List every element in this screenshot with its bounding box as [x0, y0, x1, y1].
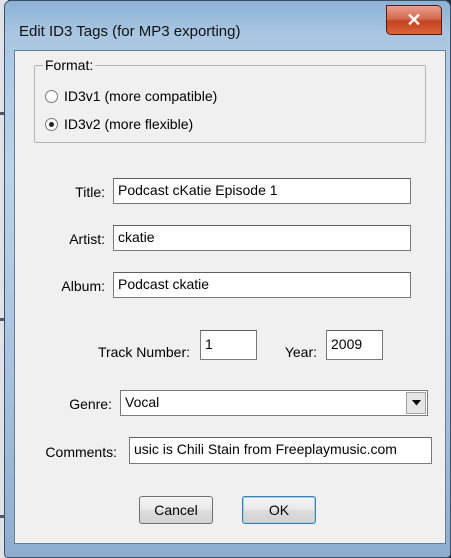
close-button[interactable]: ✕ [386, 5, 442, 35]
cancel-button[interactable]: Cancel [139, 496, 213, 524]
comments-field[interactable]: usic is Chili Stain from Freeplaymusic.c… [129, 437, 432, 464]
format-group-label: Format: [43, 57, 96, 73]
artist-label: Artist: [69, 231, 105, 247]
radio-id3v1[interactable]: ID3v1 (more compatible) [45, 88, 217, 104]
genre-dropdown[interactable]: Vocal [120, 390, 428, 416]
radio-id3v2-indicator[interactable] [45, 117, 58, 131]
close-icon: ✕ [406, 9, 422, 30]
year-field[interactable]: 2009 [326, 330, 383, 360]
title-field[interactable]: Podcast cKatie Episode 1 [113, 178, 411, 204]
dialog-client-area: Format: ID3v1 (more compatible) ID3v2 (m… [14, 50, 446, 544]
year-label: Year: [284, 344, 317, 360]
track-number-field[interactable]: 1 [200, 330, 257, 360]
ok-button[interactable]: OK [242, 496, 316, 524]
radio-id3v1-indicator[interactable] [45, 89, 58, 103]
genre-selected-value: Vocal [125, 394, 160, 410]
album-label: Album: [61, 278, 105, 294]
title-label: Title: [75, 184, 105, 200]
format-groupbox: Format: ID3v1 (more compatible) ID3v2 (m… [34, 57, 426, 143]
genre-dropdown-button[interactable] [406, 392, 426, 414]
radio-id3v1-label: ID3v1 (more compatible) [64, 88, 218, 104]
chevron-down-icon [411, 400, 421, 406]
comments-label: Comments: [45, 444, 117, 460]
track-number-label: Track Number: [97, 344, 190, 360]
genre-label: Genre: [69, 396, 112, 412]
radio-id3v2-label: ID3v2 (more flexible) [64, 116, 194, 132]
artist-field[interactable]: ckatie [113, 225, 411, 251]
dialog-window: Edit ID3 Tags (for MP3 exporting) ✕ Form… [4, 0, 451, 558]
window-title: Edit ID3 Tags (for MP3 exporting) [19, 23, 241, 40]
radio-id3v2[interactable]: ID3v2 (more flexible) [45, 116, 193, 132]
album-field[interactable]: Podcast ckatie [113, 272, 411, 298]
